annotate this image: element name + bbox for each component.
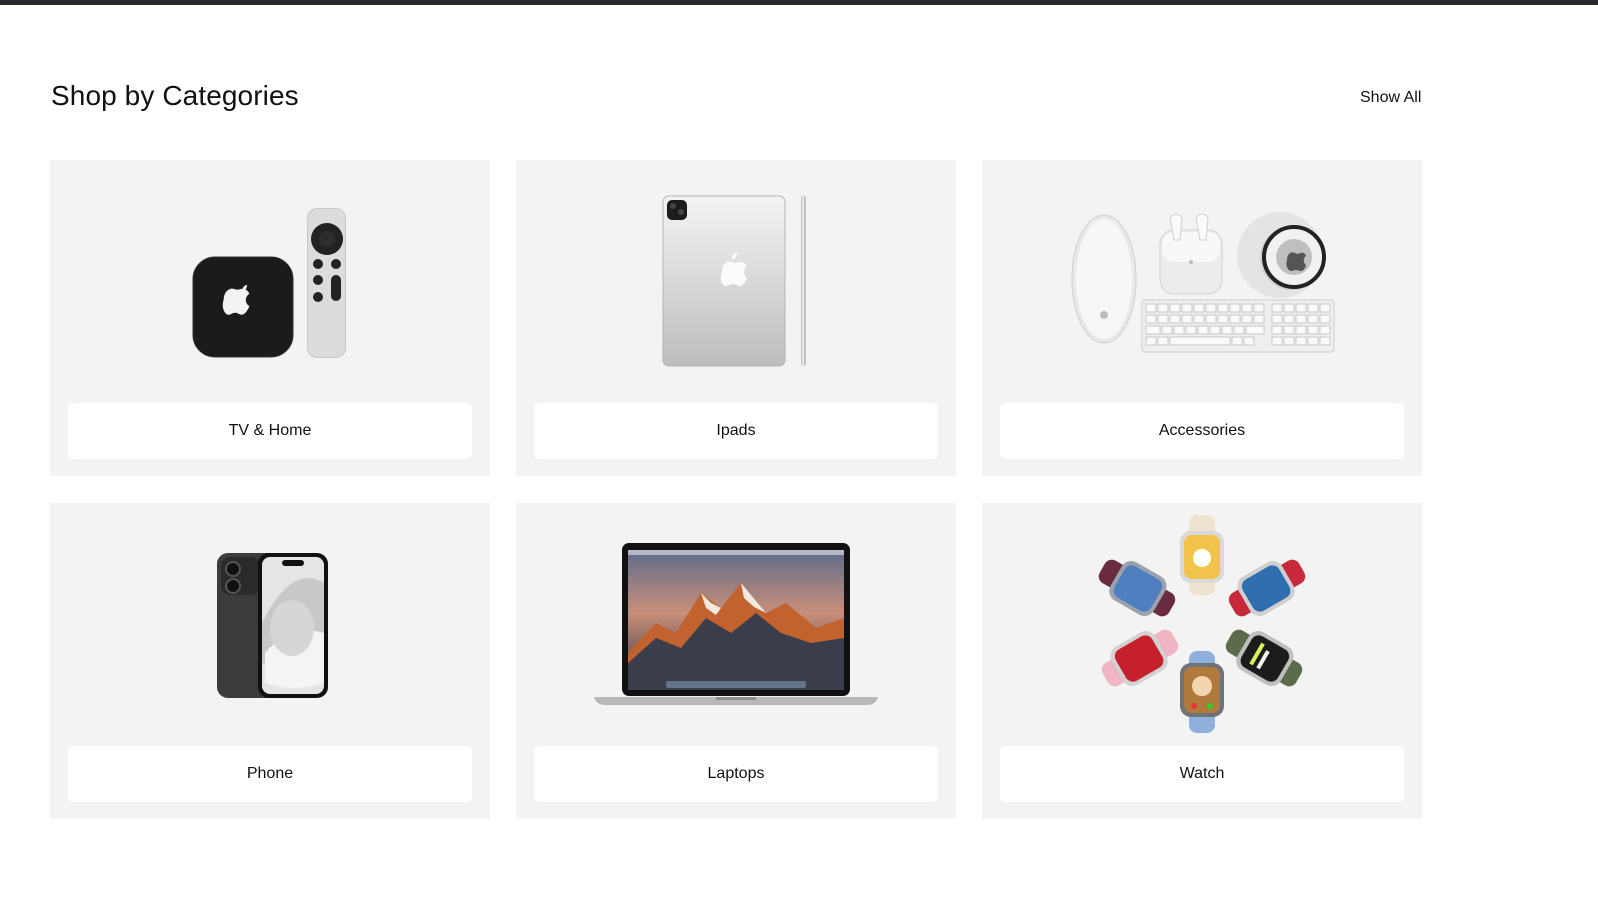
category-card-phone[interactable]: Phone [50, 503, 490, 819]
accessories-image [1071, 212, 1335, 353]
category-label[interactable]: Accessories [1000, 403, 1404, 459]
category-label[interactable]: TV & Home [68, 403, 472, 459]
ipad-image [662, 195, 806, 367]
category-label[interactable]: Watch [1000, 746, 1404, 802]
category-label[interactable]: Laptops [534, 746, 938, 802]
iphone-image [217, 553, 328, 698]
category-card-accessories[interactable]: Accessories [982, 160, 1422, 476]
apple-tv-image [192, 208, 346, 358]
category-label[interactable]: Ipads [534, 403, 938, 459]
top-bar [0, 0, 1598, 5]
category-card-tv-home[interactable]: TV & Home [50, 160, 490, 476]
category-card-watch[interactable]: Watch [982, 503, 1422, 819]
apple-watch-image [1098, 515, 1306, 733]
section-title: Shop by Categories [51, 80, 299, 111]
macbook-image [594, 543, 878, 705]
category-card-laptops[interactable]: Laptops [516, 503, 956, 819]
show-all-link[interactable]: Show All [1360, 89, 1421, 107]
category-label[interactable]: Phone [68, 746, 472, 802]
category-card-ipads[interactable]: Ipads [516, 160, 956, 476]
